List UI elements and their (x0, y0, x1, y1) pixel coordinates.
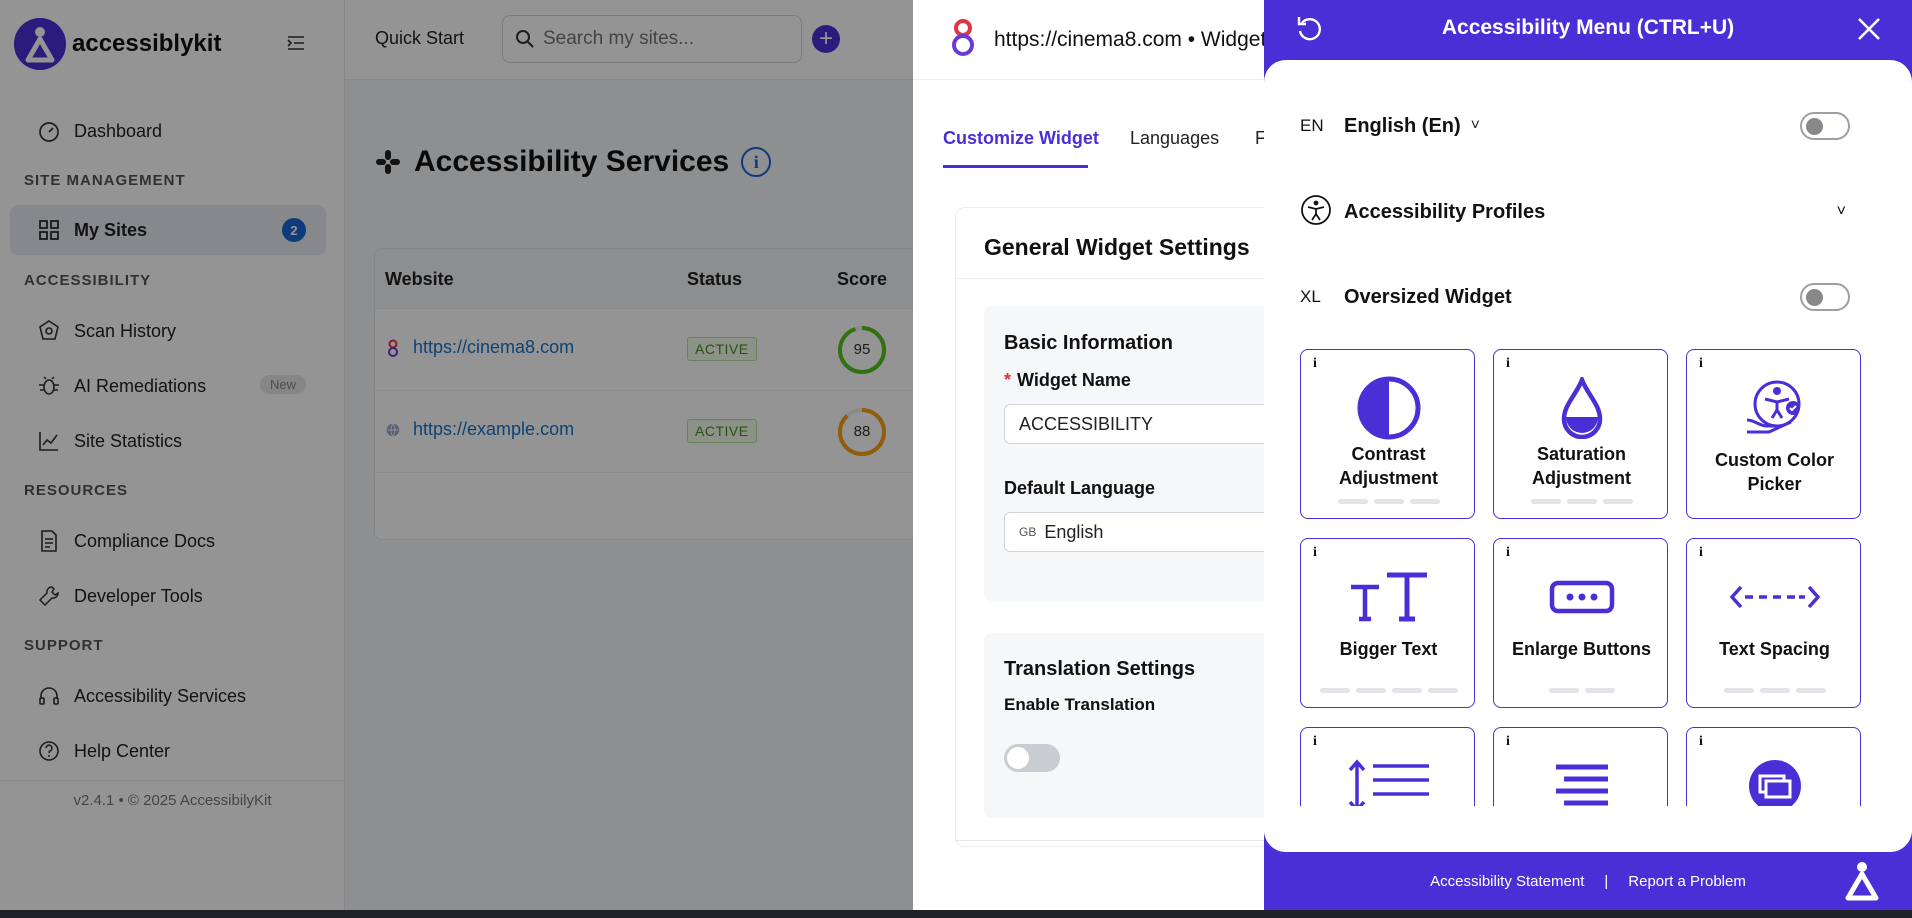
gb-flag-icon: GB (1019, 525, 1037, 539)
tile-contrast-adjustment[interactable]: i Contrast Adjustment (1300, 349, 1475, 519)
basic-information-heading: Basic Information (1004, 332, 1173, 354)
contrast-icon (1301, 368, 1476, 448)
accessibility-menu: Accessibility Menu (CTRL+U) EN English (… (1264, 0, 1912, 910)
level-dot (1355, 688, 1386, 693)
language-selector[interactable]: English (En) (1344, 115, 1461, 138)
tile-label: Bigger Text (1339, 639, 1438, 659)
default-language-value: English (1044, 521, 1104, 542)
default-language-label: Default Language (1004, 478, 1156, 498)
translation-settings-heading: Translation Settings (1004, 658, 1196, 680)
drawer-tabs: Customize Widget Languages F (913, 80, 1273, 170)
tile-level-dots (1301, 499, 1476, 504)
drawer-title: https://cinema8.com • Widget (994, 28, 1267, 51)
level-dot (1530, 499, 1561, 504)
toggle-knob (1806, 118, 1823, 135)
tile-custom-color-picker[interactable]: i Custom Color Picker (1686, 349, 1861, 519)
tile-text-spacing[interactable]: i Text Spacing (1686, 538, 1861, 708)
tile-label: Enlarge Buttons (1511, 639, 1651, 659)
tile-label: Custom Color Picker (1715, 450, 1834, 494)
oversized-widget-label: Oversized Widget (1344, 285, 1512, 308)
tab-languages[interactable]: Languages (1130, 128, 1219, 149)
level-dot (1427, 688, 1458, 693)
language-toggle[interactable] (1800, 112, 1850, 140)
spacing-icon (1687, 557, 1862, 637)
widget-name-value: ACCESSIBILITY (1019, 413, 1154, 434)
basic-information-panel: Basic Information * Widget Name ACCESSIBI… (984, 306, 1273, 601)
accessiblykit-logo-icon (1845, 862, 1879, 901)
close-icon[interactable] (1856, 16, 1882, 42)
enable-translation-toggle[interactable] (1004, 744, 1060, 772)
toggle-knob (1806, 289, 1823, 306)
card-divider (956, 278, 1273, 279)
level-dot (1723, 688, 1754, 693)
widget-settings-drawer: https://cinema8.com • Widget Customize W… (913, 0, 1273, 910)
default-language-select[interactable]: GB English (1004, 512, 1273, 552)
card-title: General Widget Settings (984, 234, 1250, 260)
drawer-header: https://cinema8.com • Widget (913, 0, 1273, 80)
tile-level-dots (1687, 688, 1862, 693)
accessibility-person-icon (1300, 194, 1344, 231)
oversized-prefix: XL (1300, 287, 1321, 306)
tile-level-dots (1301, 688, 1476, 693)
accessibility-statement-link[interactable]: Accessibility Statement (1430, 873, 1584, 890)
chevron-down-icon[interactable]: ˅ (1471, 117, 1480, 135)
level-dot (1759, 688, 1790, 693)
translation-settings-panel: Translation Settings Enable Translation (984, 633, 1273, 818)
oversized-widget-toggle[interactable] (1800, 283, 1850, 311)
tile-bigger-text[interactable]: i Bigger Text (1300, 538, 1475, 708)
tile-label: Contrast Adjustment (1339, 444, 1438, 488)
level-dot (1602, 499, 1633, 504)
level-dot (1548, 688, 1579, 693)
tile-level-dots (1494, 499, 1669, 504)
level-dot (1584, 688, 1615, 693)
oversized-widget-row[interactable]: XL Oversized Widget (1300, 272, 1860, 322)
enable-translation-label: Enable Translation (1004, 695, 1156, 714)
tile-enlarge-buttons[interactable]: i Enlarge Buttons (1493, 538, 1668, 708)
accessibility-menu-body: EN English (En) ˅ Accessibility Profiles… (1264, 60, 1912, 852)
accessibility-profiles-label: Accessibility Profiles (1344, 200, 1546, 223)
tile-saturation-adjustment[interactable]: i Saturation Adjustment (1493, 349, 1668, 519)
text-size-icon (1301, 557, 1476, 637)
tiles-clip-mask (1264, 806, 1912, 852)
drawer-bottom-divider (955, 840, 1273, 841)
accessibility-menu-footer: Accessibility Statement | Report a Probl… (1264, 852, 1912, 910)
language-prefix: EN (1300, 116, 1324, 135)
accessibility-menu-header: Accessibility Menu (CTRL+U) (1264, 0, 1912, 58)
level-dot (1795, 688, 1826, 693)
level-dot (1409, 499, 1440, 504)
level-dot (1337, 499, 1368, 504)
droplet-icon (1494, 368, 1669, 448)
cinema8-logo-icon (952, 19, 974, 56)
tile-level-dots (1494, 688, 1669, 693)
widget-name-field[interactable]: ACCESSIBILITY (1004, 404, 1273, 444)
widget-name-label: * Widget Name (1004, 370, 1131, 390)
chevron-down-icon[interactable]: ˅ (1837, 203, 1846, 221)
taskbar (0, 910, 1912, 918)
general-settings-card: General Widget Settings Basic Informatio… (955, 207, 1273, 847)
toggle-knob (1007, 747, 1029, 769)
color-picker-icon (1687, 368, 1862, 448)
level-dot (1373, 499, 1404, 504)
active-tab-indicator (943, 165, 1088, 168)
language-row[interactable]: EN English (En) ˅ (1300, 101, 1860, 151)
tab-customize-widget[interactable]: Customize Widget (943, 128, 1099, 149)
buttons-icon (1494, 557, 1669, 637)
accessibility-menu-title: Accessibility Menu (CTRL+U) (1441, 16, 1735, 39)
level-dot (1319, 688, 1350, 693)
required-mark: * (1004, 370, 1012, 390)
tile-label: Saturation Adjustment (1532, 444, 1631, 488)
accessibility-profiles-row[interactable]: Accessibility Profiles ˅ (1300, 187, 1860, 237)
tile-label: Text Spacing (1719, 639, 1830, 659)
level-dot (1391, 688, 1422, 693)
level-dot (1566, 499, 1597, 504)
report-problem-link[interactable]: Report a Problem (1628, 873, 1746, 890)
footer-separator: | (1604, 872, 1609, 890)
modal-backdrop[interactable] (0, 0, 913, 910)
